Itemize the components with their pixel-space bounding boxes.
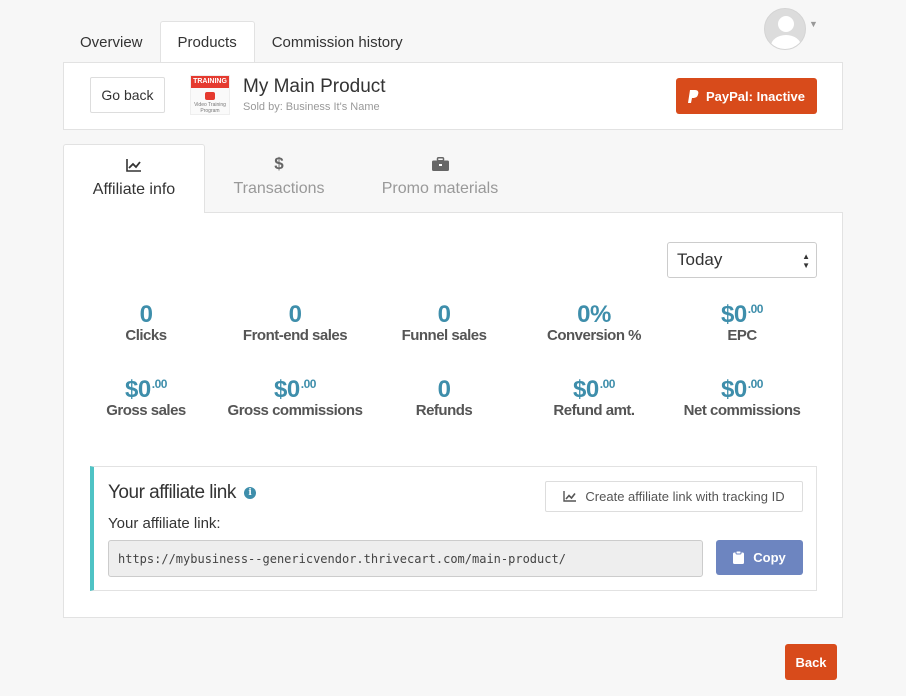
- create-tracking-link-label: Create affiliate link with tracking ID: [585, 489, 785, 504]
- period-selected-value: Today: [677, 250, 723, 269]
- stat-value-main: $0: [573, 376, 599, 403]
- tab-promo-materials[interactable]: Promo materials: [353, 144, 527, 213]
- paypal-status-button[interactable]: PayPal: Inactive: [676, 78, 817, 114]
- stat-gross-sales: $0.00 Gross sales: [71, 376, 221, 419]
- stat-funnel-sales: 0 Funnel sales: [369, 301, 519, 344]
- affiliate-link-title: Your affiliate link i: [108, 482, 256, 504]
- select-arrows-icon: ▲ ▼: [802, 252, 810, 270]
- affiliate-link-title-text: Your affiliate link: [108, 482, 236, 503]
- stat-label: Refunds: [415, 402, 473, 419]
- stat-refund-amount: $0.00 Refund amt.: [519, 376, 669, 419]
- stat-label: EPC: [727, 327, 757, 344]
- tab-overview[interactable]: Overview: [63, 21, 160, 63]
- stat-value: 0: [437, 301, 451, 328]
- avatar-body-shape: [771, 35, 801, 49]
- tab-transactions-label: Transactions: [233, 180, 325, 197]
- stat-value: $0.00: [667, 376, 817, 404]
- tab-transactions[interactable]: $ Transactions: [205, 144, 353, 213]
- stat-value-cents: .00: [151, 377, 168, 391]
- stat-value-main: $0: [721, 301, 747, 328]
- stat-value: 0: [288, 301, 302, 328]
- chart-line-icon: [563, 491, 577, 502]
- stat-label: Gross sales: [106, 402, 186, 419]
- tab-commission-history[interactable]: Commission history: [255, 21, 420, 63]
- thumbnail-banner: TRAINING: [191, 76, 229, 88]
- stat-label: Gross commissions: [227, 402, 363, 419]
- back-button[interactable]: Back: [785, 644, 837, 680]
- stat-value-main: $0: [721, 376, 747, 403]
- product-tabs: Affiliate info $ Transactions Promo mate…: [63, 144, 527, 213]
- period-select[interactable]: Today ▲ ▼: [667, 242, 817, 278]
- paypal-status-label: PayPal: Inactive: [706, 88, 805, 104]
- stat-label: Net commissions: [683, 402, 801, 419]
- tab-products[interactable]: Products: [159, 21, 255, 63]
- top-tabs: Overview Products Commission history: [63, 21, 420, 63]
- stat-refunds: 0 Refunds: [369, 376, 519, 419]
- thumbnail-caption: Video Training Program: [194, 102, 226, 114]
- video-play-icon: [205, 92, 215, 100]
- tab-affiliate-info-label: Affiliate info: [92, 181, 176, 198]
- chevron-down-icon[interactable]: ▼: [809, 19, 818, 29]
- product-name: My Main Product: [243, 76, 386, 97]
- dollar-icon: $: [274, 154, 284, 173]
- stat-label: Front-end sales: [242, 327, 348, 344]
- clipboard-icon: [733, 551, 745, 564]
- tab-affiliate-info[interactable]: Affiliate info: [63, 144, 205, 213]
- stat-value: 0%: [577, 301, 611, 328]
- affiliate-info-panel: Today ▲ ▼ 0 Clicks 0 Front-end sales 0 Fu…: [63, 212, 843, 618]
- stat-value: $0.00: [519, 376, 669, 404]
- create-tracking-link-button[interactable]: Create affiliate link with tracking ID: [545, 481, 803, 512]
- stat-value: $0.00: [71, 376, 221, 404]
- affiliate-link-label: Your affiliate link:: [108, 515, 221, 532]
- stat-value-cents: .00: [747, 377, 764, 391]
- stat-value-main: $0: [274, 376, 300, 403]
- stat-label: Clicks: [125, 327, 167, 344]
- stat-value: 0: [437, 376, 451, 403]
- stat-net-commissions: $0.00 Net commissions: [667, 376, 817, 419]
- product-header: Go back TRAINING Video Training Program …: [63, 62, 843, 130]
- chart-line-icon: [126, 155, 142, 175]
- affiliate-link-box: Your affiliate link i Create affiliate l…: [90, 466, 817, 591]
- stat-value: $0.00: [667, 301, 817, 329]
- stat-value: 0: [139, 301, 153, 328]
- copy-button[interactable]: Copy: [716, 540, 803, 575]
- stat-epc: $0.00 EPC: [667, 301, 817, 344]
- go-back-button[interactable]: Go back: [90, 77, 165, 113]
- stat-gross-commissions: $0.00 Gross commissions: [220, 376, 370, 419]
- stat-value-cents: .00: [599, 377, 616, 391]
- stat-clicks: 0 Clicks: [71, 301, 221, 344]
- product-thumbnail: TRAINING Video Training Program: [190, 75, 230, 115]
- info-icon[interactable]: i: [243, 487, 256, 499]
- paypal-icon: [688, 89, 699, 103]
- stat-label: Funnel sales: [401, 327, 487, 344]
- tab-promo-materials-label: Promo materials: [381, 180, 499, 197]
- avatar[interactable]: [764, 8, 806, 50]
- stat-value: $0.00: [220, 376, 370, 404]
- stat-value-cents: .00: [300, 377, 317, 391]
- product-seller: Sold by: Business It's Name: [243, 101, 380, 113]
- affiliate-link-input[interactable]: https://mybusiness--genericvendor.thrive…: [108, 540, 703, 577]
- user-menu[interactable]: ▼: [764, 8, 818, 50]
- stat-value-main: $0: [125, 376, 151, 403]
- stat-label: Refund amt.: [553, 402, 635, 419]
- stat-value-cents: .00: [747, 302, 764, 316]
- stat-frontend-sales: 0 Front-end sales: [220, 301, 370, 344]
- stat-label: Conversion %: [546, 327, 642, 344]
- briefcase-icon: [431, 154, 449, 174]
- copy-label: Copy: [753, 550, 786, 565]
- stat-conversion: 0% Conversion %: [519, 301, 669, 344]
- avatar-head-shape: [778, 16, 794, 32]
